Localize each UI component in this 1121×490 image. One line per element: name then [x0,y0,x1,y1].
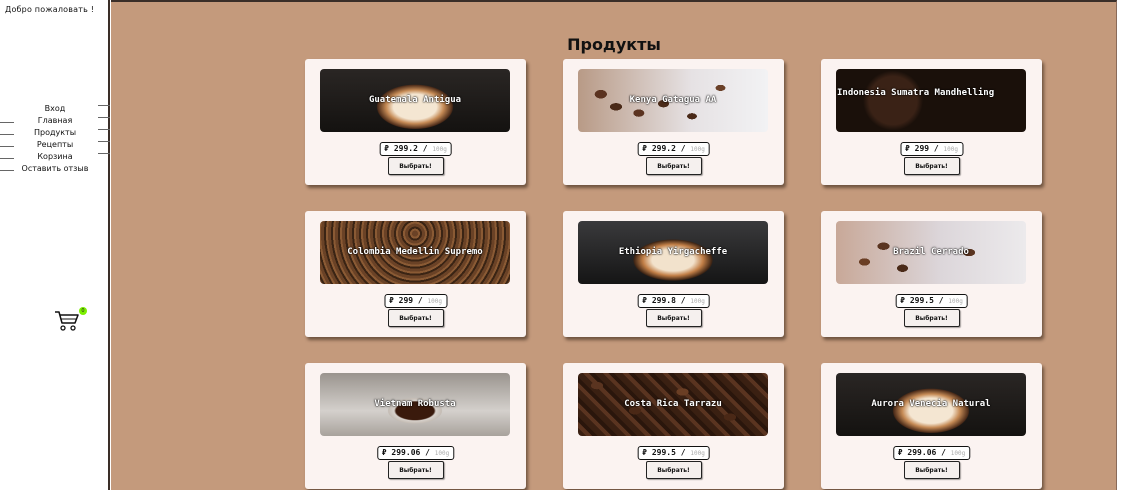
price-unit: 100g [950,450,966,457]
product-card: Costa Rica Tarrazu ₽ 299.5 / 100g Выбрат… [563,363,784,489]
product-price: ₽ 299 / 100g [383,294,448,308]
price-unit: 100g [434,450,450,457]
sidebar-nav: Вход Главная Продукты Рецепты Корзина Ос… [0,103,110,175]
price-value: 299 [914,144,930,153]
product-price: ₽ 299.2 / 100g [379,142,452,156]
product-image: Indonesia Sumatra Mandhelling [836,69,1026,132]
nav-item-cart[interactable]: Корзина [0,151,110,163]
product-price: ₽ 299.06 / 100g [376,446,455,460]
product-card: Guatemala Antigua ₽ 299.2 / 100g Выбрать… [305,59,526,185]
price-value: 299 [398,296,414,305]
product-card: Kenya Gatagua AA ₽ 299.2 / 100g Выбрать! [563,59,784,185]
product-name: Vietnam Robusta [374,399,456,409]
select-button[interactable]: Выбрать! [903,309,960,327]
select-button[interactable]: Выбрать! [903,461,960,479]
nav-item-feedback[interactable]: Оставить отзыв [0,163,110,175]
product-price: ₽ 299 / 100g [899,142,964,156]
price-value: 299.8 [651,296,676,305]
cart-count-badge: 0 [79,307,87,315]
currency-sign: ₽ [381,448,387,457]
currency-sign: ₽ [388,296,394,305]
product-name: Brazil Cerrado [893,247,969,257]
product-name: Ethiopia Yirgacheffe [618,247,728,257]
product-name: Indonesia Sumatra Mandhelling [837,88,995,98]
welcome-text: Добро пожаловать ! [5,5,95,14]
currency-sign: ₽ [904,144,910,153]
price-value: 299.06 [391,448,421,457]
product-card: Brazil Cerrado ₽ 299.5 / 100g Выбрать! [821,211,1042,337]
currency-sign: ₽ [900,296,905,305]
price-unit: 100g [427,298,443,305]
nav-item-label: Вход [44,104,66,113]
nav-item-recipes[interactable]: Рецепты [0,139,110,151]
product-price: ₽ 299.2 / 100g [637,142,710,156]
page-title: Продукты [567,35,661,54]
price-unit: 100g [690,450,705,457]
nav-item-label: Оставить отзыв [21,164,89,173]
product-image: Colombia Medellin Supremo [320,221,510,284]
currency-sign: ₽ [897,448,903,457]
product-price: ₽ 299.06 / 100g [892,446,971,460]
product-price: ₽ 299.5 / 100g [637,446,710,460]
price-unit: 100g [690,146,705,153]
product-image: Costa Rica Tarrazu [578,373,768,436]
select-button[interactable]: Выбрать! [903,157,960,175]
product-image: Kenya Gatagua AA [578,69,768,132]
nav-item-label: Главная [37,116,73,125]
select-button[interactable]: Выбрать! [645,309,702,327]
select-button[interactable]: Выбрать! [387,461,444,479]
product-card: Colombia Medellin Supremo ₽ 299 / 100g В… [305,211,526,337]
nav-item-label: Продукты [33,128,77,137]
product-card: Indonesia Sumatra Mandhelling ₽ 299 / 10… [821,59,1042,185]
product-name: Colombia Medellin Supremo [347,247,483,257]
currency-sign: ₽ [642,296,647,305]
select-button[interactable]: Выбрать! [645,157,702,175]
nav-item-products[interactable]: Продукты [0,127,110,139]
nav-item-label: Рецепты [36,140,74,149]
select-button[interactable]: Выбрать! [387,157,444,175]
cart-button[interactable]: 0 [54,307,87,332]
product-name: Aurora Venecia Natural [871,399,991,409]
nav-item-login[interactable]: Вход [0,103,110,115]
product-image: Guatemala Antigua [320,69,510,132]
product-card: Vietnam Robusta ₽ 299.06 / 100g Выбрать! [305,363,526,489]
main-content: Продукты Guatemala Antigua ₽ 299.2 / 100… [111,0,1117,490]
currency-sign: ₽ [384,144,389,153]
price-value: 299.5 [651,448,676,457]
product-image: Vietnam Robusta [320,373,510,436]
nav-item-home[interactable]: Главная [0,115,110,127]
select-button[interactable]: Выбрать! [387,309,444,327]
price-value: 299.2 [651,144,676,153]
product-card: Ethiopia Yirgacheffe ₽ 299.8 / 100g Выбр… [563,211,784,337]
product-price: ₽ 299.5 / 100g [895,294,968,308]
currency-sign: ₽ [642,448,647,457]
currency-sign: ₽ [642,144,647,153]
product-name: Guatemala Antigua [368,95,462,105]
product-name: Costa Rica Tarrazu [624,399,722,409]
product-image: Brazil Cerrado [836,221,1026,284]
price-value: 299.06 [907,448,937,457]
price-unit: 100g [690,298,705,305]
price-value: 299.2 [393,144,418,153]
shopping-cart-icon [55,311,79,331]
product-name: Kenya Gatagua AA [629,95,717,105]
product-card: Aurora Venecia Natural ₽ 299.06 / 100g В… [821,363,1042,489]
price-unit: 100g [948,298,963,305]
price-unit: 100g [432,146,447,153]
price-value: 299.5 [909,296,934,305]
select-button[interactable]: Выбрать! [645,461,702,479]
product-price: ₽ 299.8 / 100g [637,294,710,308]
sidebar: Добро пожаловать ! Вход Главная Продукты… [0,0,110,490]
product-image: Aurora Venecia Natural [836,373,1026,436]
nav-item-label: Корзина [37,152,73,161]
product-image: Ethiopia Yirgacheffe [578,221,768,284]
price-unit: 100g [943,146,959,153]
